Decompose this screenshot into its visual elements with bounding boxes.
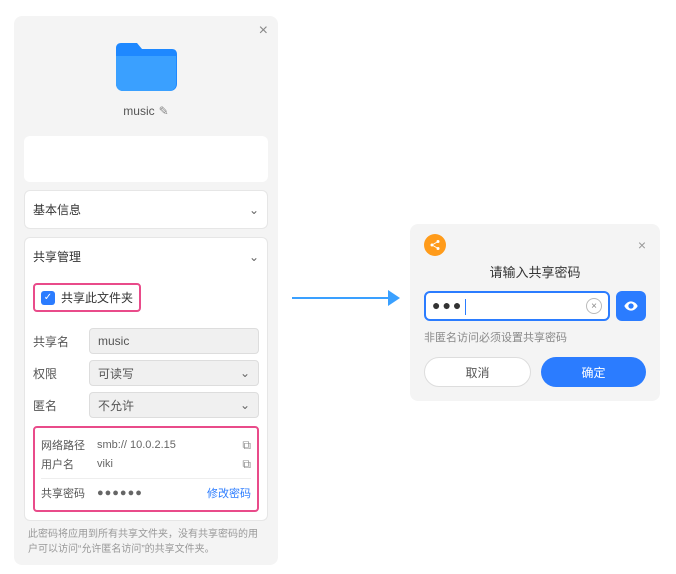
divider xyxy=(41,478,251,479)
share-password-value: ●●●●●● xyxy=(97,487,207,499)
password-footnote: 此密码将应用到所有共享文件夹，没有共享密码的用户可以访问“允许匿名访问”的共享文… xyxy=(28,527,264,557)
section-share-management[interactable]: 共享管理 ⌄ xyxy=(24,237,268,275)
copy-icon[interactable]: ⧉ xyxy=(242,438,251,453)
chevron-down-icon: ⌄ xyxy=(249,250,259,264)
dialog-hint: 非匿名访问必须设置共享密码 xyxy=(424,329,646,345)
share-name-input[interactable]: music xyxy=(89,328,259,354)
highlight-share-info: 网络路径 smb:// 10.0.2.15 ⧉ 用户名 viki ⧉ 共享密码 … xyxy=(33,426,259,512)
folder-name-label: music xyxy=(123,104,154,118)
dialog-title: 请输入共享密码 xyxy=(424,262,646,281)
share-password-label: 共享密码 xyxy=(41,485,97,501)
folder-header: music ✎ xyxy=(14,16,278,124)
permission-label: 权限 xyxy=(33,365,89,382)
anonymous-label: 匿名 xyxy=(33,397,89,414)
password-mask: ●●● xyxy=(432,297,586,314)
share-password-dialog: × 请输入共享密码 ●●● × 非匿名访问必须设置共享密码 取消 确定 xyxy=(410,224,660,401)
share-checkbox-label: 共享此文件夹 xyxy=(61,289,133,306)
netpath-label: 网络路径 xyxy=(41,437,97,453)
folder-properties-panel: × music ✎ 基本信息 ⌄ 共享管理 ⌄ ✓ 共享此文件夹 共享名 xyxy=(14,16,278,565)
share-name-label: 共享名 xyxy=(33,333,89,350)
change-password-link[interactable]: 修改密码 xyxy=(207,485,251,501)
chevron-down-icon: ⌄ xyxy=(249,203,259,217)
section-basic-info[interactable]: 基本信息 ⌄ xyxy=(24,190,268,229)
cancel-button[interactable]: 取消 xyxy=(424,357,531,387)
checkbox-checked-icon: ✓ xyxy=(41,291,55,305)
edit-name-icon[interactable]: ✎ xyxy=(159,104,169,118)
anonymous-select[interactable]: 不允许 ⌄ xyxy=(89,392,259,418)
share-name-value: music xyxy=(98,334,129,348)
arrow-annotation xyxy=(292,290,400,306)
empty-slot xyxy=(24,136,268,182)
permission-value: 可读写 xyxy=(98,365,134,382)
share-icon xyxy=(424,234,446,256)
netpath-value: smb:// 10.0.2.15 xyxy=(97,439,242,451)
ok-button[interactable]: 确定 xyxy=(541,357,646,387)
copy-icon[interactable]: ⧉ xyxy=(242,457,251,472)
clear-input-icon[interactable]: × xyxy=(586,298,602,314)
permission-select[interactable]: 可读写 ⌄ xyxy=(89,360,259,386)
username-label: 用户名 xyxy=(41,456,97,472)
share-settings-body: ✓ 共享此文件夹 共享名 music 权限 可读写 ⌄ 匿名 不允许 ⌄ xyxy=(24,275,268,521)
section-share-label: 共享管理 xyxy=(33,248,81,265)
password-input[interactable]: ●●● × xyxy=(424,291,610,321)
toggle-visibility-button[interactable] xyxy=(616,291,646,321)
close-icon[interactable]: × xyxy=(638,237,646,253)
close-icon[interactable]: × xyxy=(259,22,268,40)
chevron-down-icon: ⌄ xyxy=(240,398,250,412)
share-folder-checkbox[interactable]: ✓ 共享此文件夹 xyxy=(41,289,133,306)
folder-icon xyxy=(112,38,180,94)
anonymous-value: 不允许 xyxy=(98,397,134,414)
section-basic-label: 基本信息 xyxy=(33,201,81,218)
username-value: viki xyxy=(97,458,242,470)
highlight-share-checkbox: ✓ 共享此文件夹 xyxy=(33,283,141,312)
chevron-down-icon: ⌄ xyxy=(240,366,250,380)
